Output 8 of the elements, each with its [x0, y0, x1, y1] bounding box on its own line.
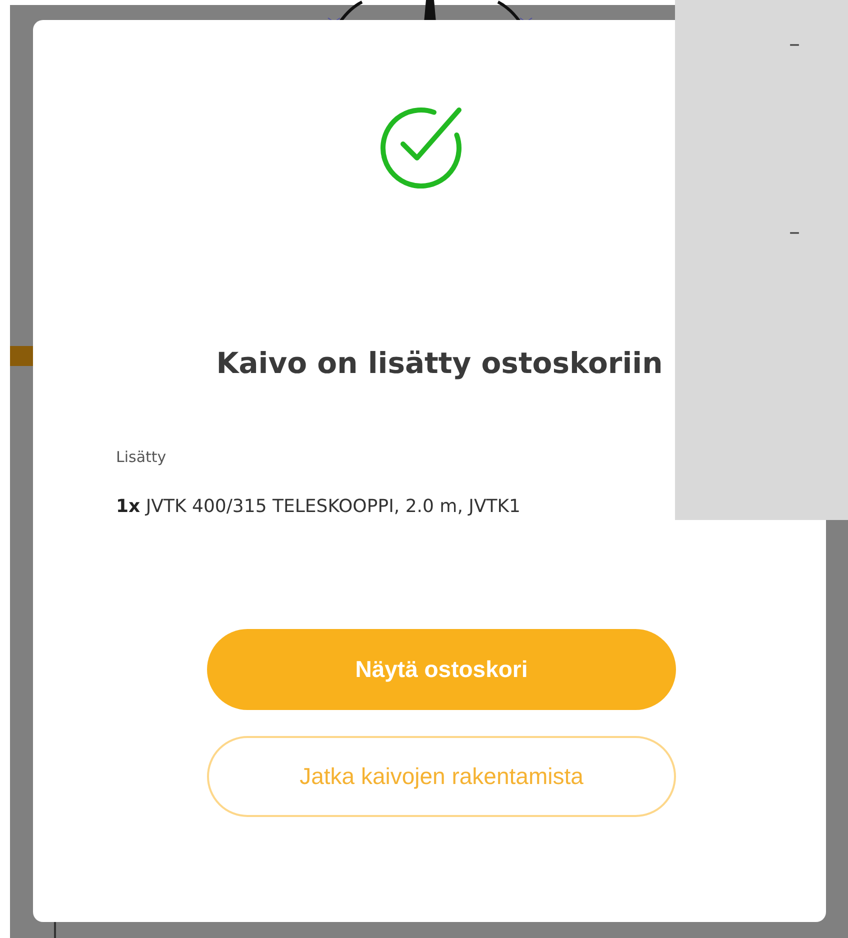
list-marker: – [789, 32, 800, 57]
list-marker: – [789, 220, 800, 245]
dialog-title: Kaivo on lisätty ostoskoriin [215, 346, 664, 380]
view-cart-button[interactable]: Näytä ostoskori [207, 629, 676, 710]
added-label: Lisätty [116, 448, 168, 466]
continue-button[interactable]: Jatka kaivojen rakentamista [207, 736, 676, 817]
added-item: 1x JVTK 400/315 TELESKOOPPI, 2.0 m, JVTK1 [116, 496, 522, 517]
marker-bar [10, 346, 34, 366]
